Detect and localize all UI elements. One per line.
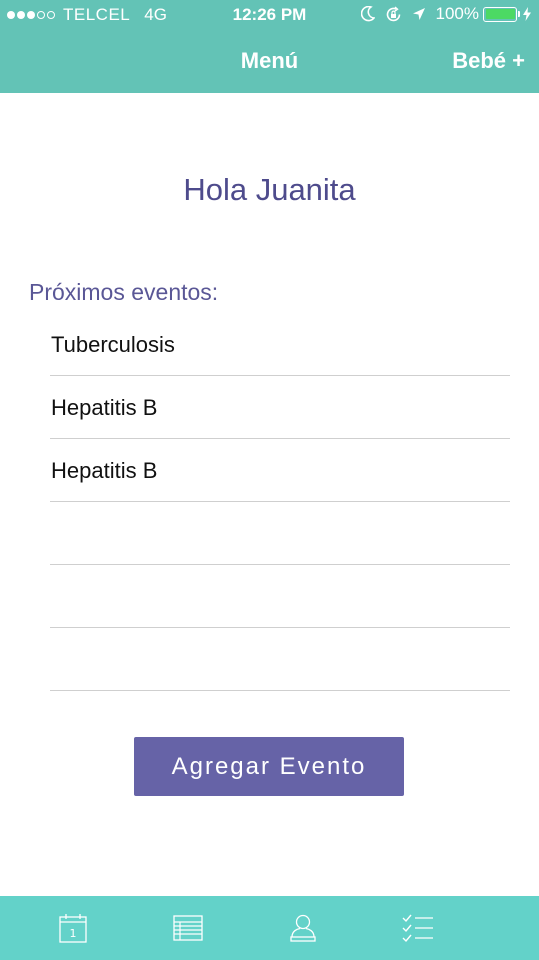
list-icon [173,915,203,941]
tab-calendar[interactable]: 1 [33,896,113,960]
calendar-icon: 1 [59,914,87,943]
tab-profile[interactable] [263,896,343,960]
greeting-title: Hola Juanita [183,172,356,207]
tab-checklist[interactable] [378,896,458,960]
status-right: 100% [360,4,531,24]
header: TELCEL 4G 12:26 PM 100% Menú Bebé + [0,0,539,93]
moon-icon [360,6,375,22]
event-row[interactable]: Hepatitis B [50,376,510,439]
tab-list[interactable] [148,896,228,960]
tab-bar: 1 [0,896,539,960]
calendar-day-number: 1 [70,927,77,940]
charging-icon [523,7,531,21]
event-row[interactable] [50,502,510,565]
event-row[interactable] [50,565,510,628]
battery-percentage: 100% [435,4,479,23]
status-bar: TELCEL 4G 12:26 PM 100% [0,0,539,30]
orientation-lock-icon [385,5,402,23]
location-arrow-icon [412,7,426,21]
profile-icon [290,914,316,942]
event-row[interactable]: Tuberculosis [50,313,510,376]
battery-icon [483,6,517,22]
add-event-button[interactable]: Agregar Evento [134,737,404,796]
events-list: Tuberculosis Hepatitis B Hepatitis B [50,313,510,691]
checklist-icon [402,914,433,943]
upcoming-events-label: Próximos eventos: [29,279,219,305]
event-row[interactable] [50,628,510,691]
event-row[interactable]: Hepatitis B [50,439,510,502]
add-baby-button[interactable]: Bebé + [452,48,525,74]
